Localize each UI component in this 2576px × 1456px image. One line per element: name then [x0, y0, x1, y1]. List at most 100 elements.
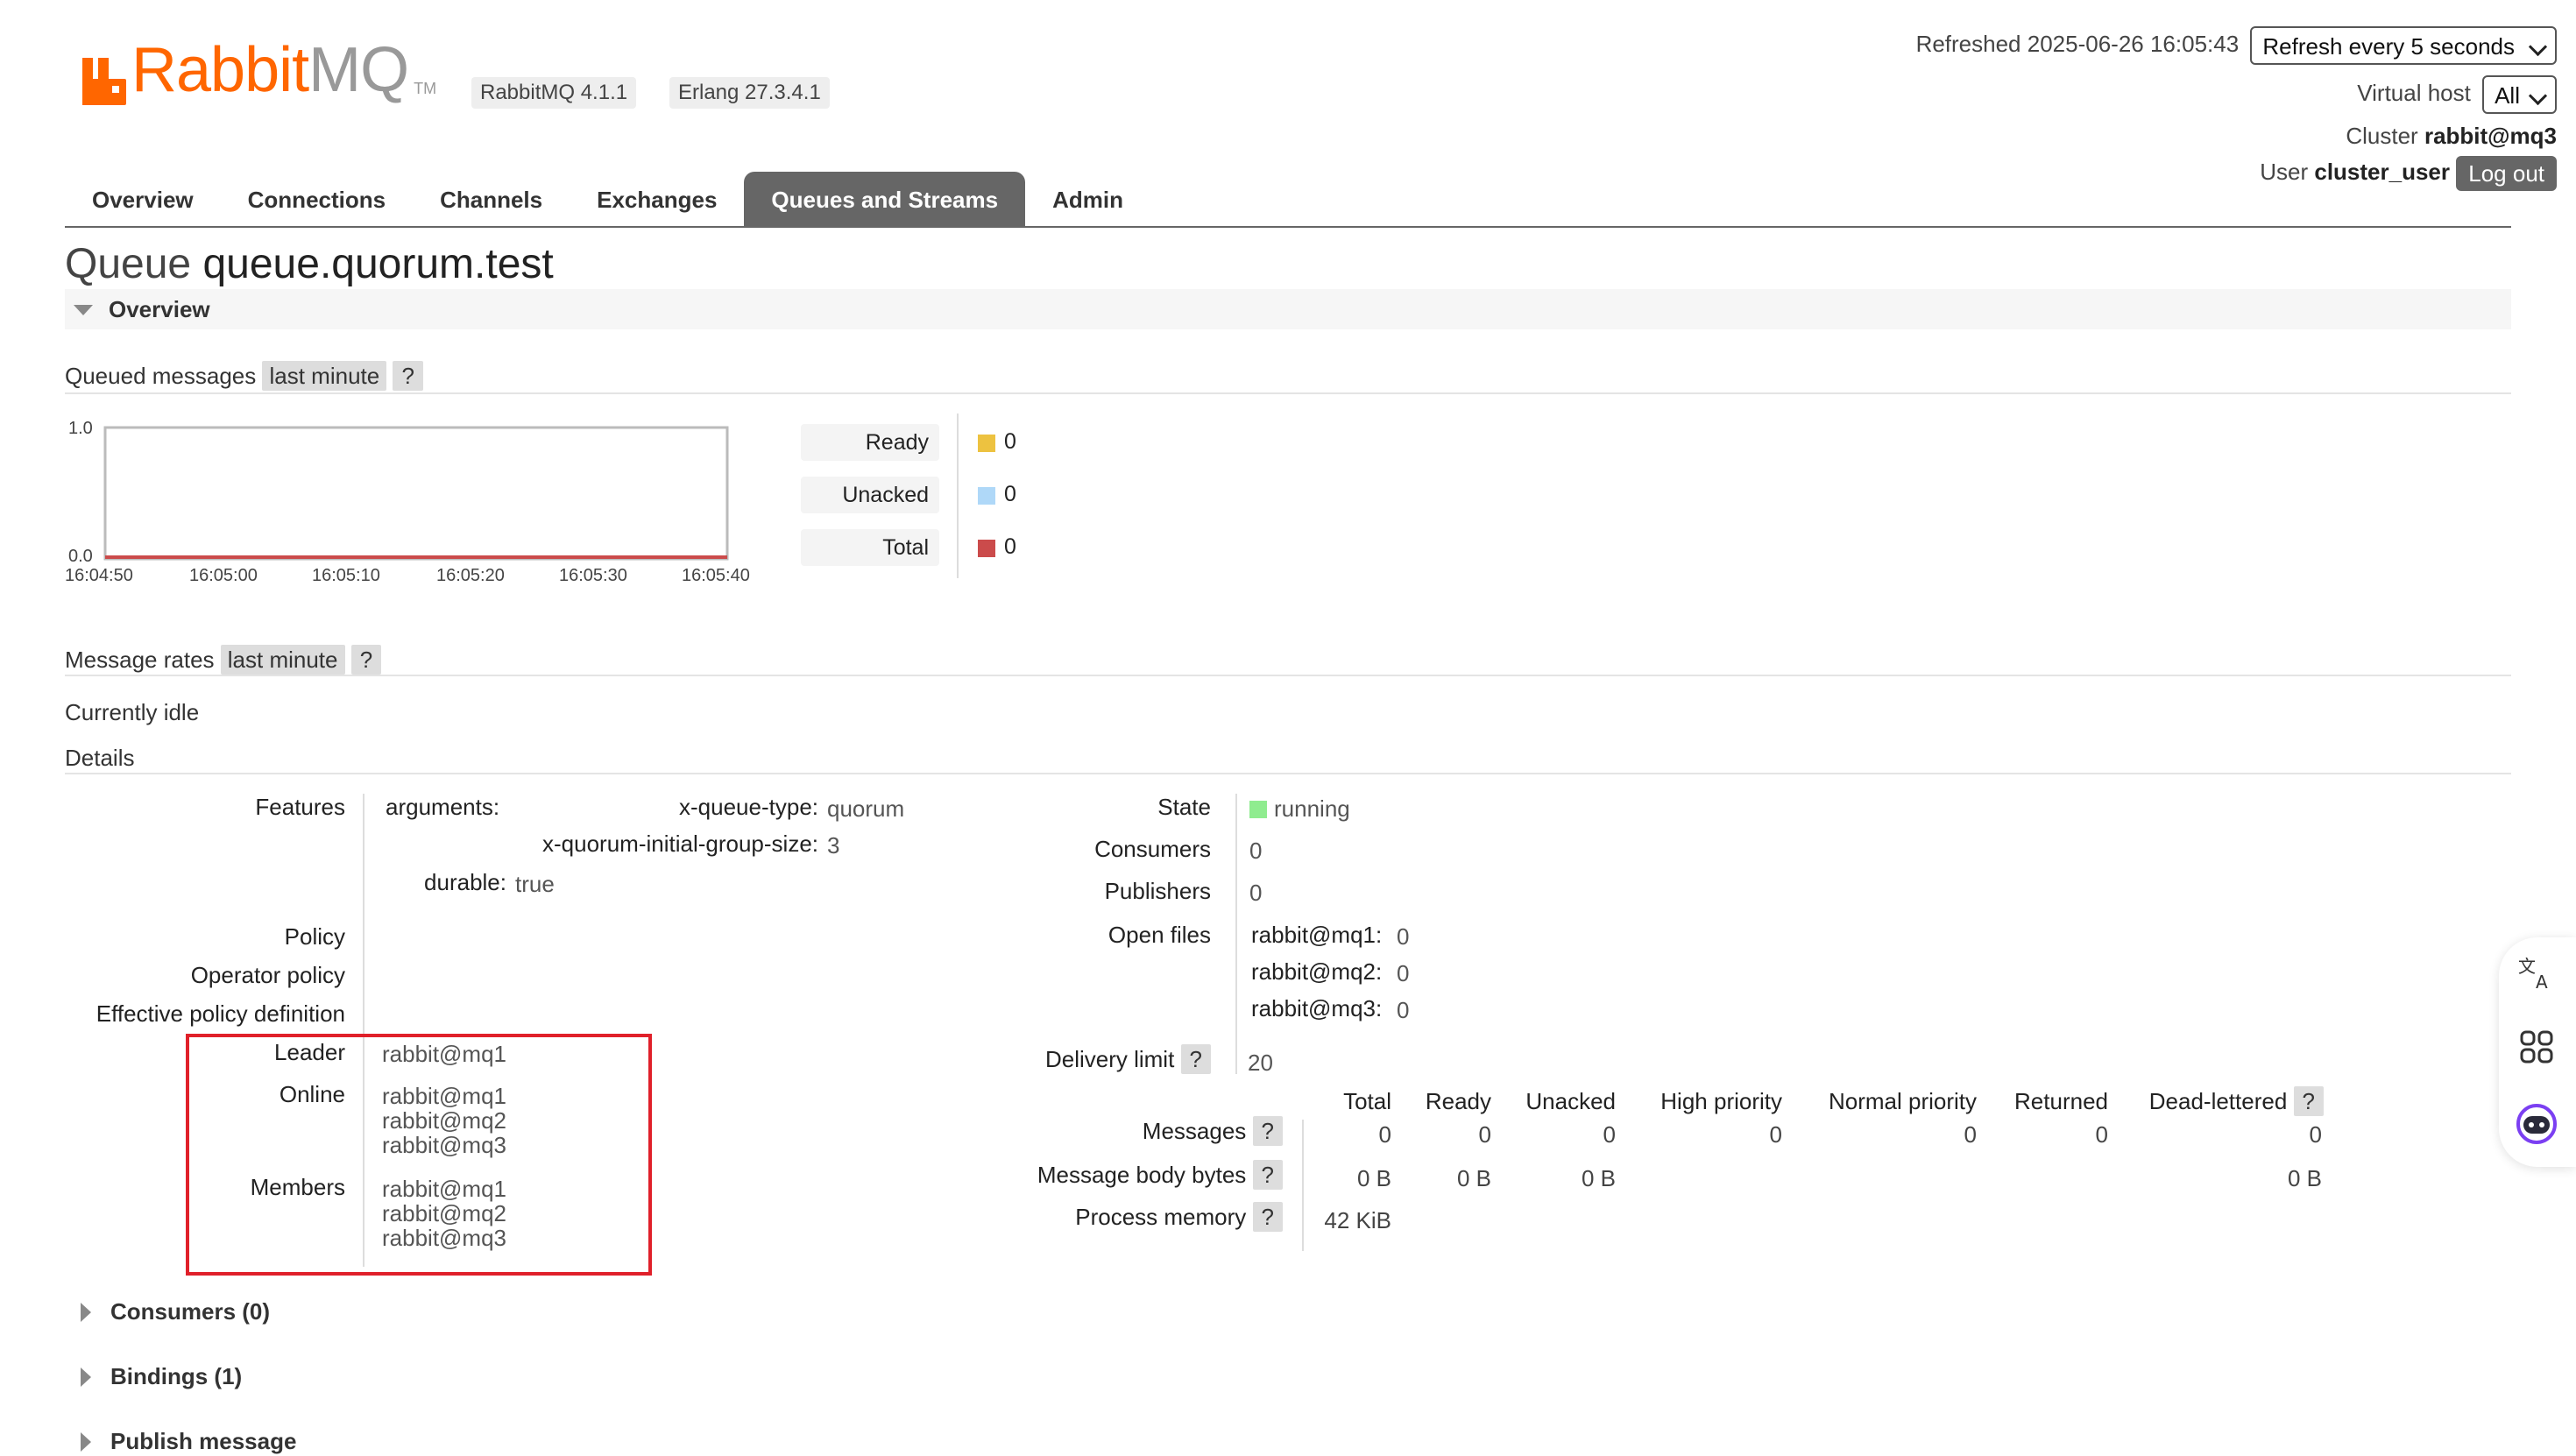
messages-dead-lettered: 0 [2309, 1121, 2322, 1148]
chart-x-tick: 16:05:30 [559, 566, 627, 585]
stats-col-normal-priority: Normal priority [1828, 1088, 1977, 1114]
messages-normal-priority: 0 [1964, 1121, 1977, 1148]
chart-x-tick: 16:05:00 [189, 566, 258, 585]
logout-button[interactable]: Log out [2456, 156, 2557, 191]
legend-unacked-label: Unacked [801, 477, 939, 513]
stats-col-returned: Returned [2014, 1088, 2108, 1114]
legend-total-value: 0 [1004, 534, 1016, 559]
user-value: cluster_user [2314, 158, 2451, 185]
main-nav: Overview Connections Channels Exchanges … [65, 172, 1150, 228]
open-files-node: rabbit@mq3: [1251, 995, 1383, 1021]
open-files-label: Open files [1108, 922, 1211, 948]
body-bytes-help[interactable]: ? [1252, 1160, 1283, 1190]
stats-divider [1302, 1120, 1304, 1251]
rabbitmq-logo-icon [81, 54, 128, 105]
state-value: running [1274, 795, 1350, 822]
legend-divider [957, 413, 959, 578]
queued-messages-label: Queued messages [65, 363, 257, 389]
tab-exchanges[interactable]: Exchanges [570, 172, 744, 228]
virtual-host-select[interactable]: All [2482, 75, 2557, 114]
stats-col-dead-lettered-label: Dead-lettered [2148, 1088, 2288, 1114]
refresh-interval-select[interactable]: Refresh every 5 seconds [2250, 26, 2557, 65]
divider [65, 392, 2511, 394]
delivery-limit-help[interactable]: ? [1180, 1044, 1211, 1074]
consumers-value: 0 [1249, 838, 1263, 864]
refreshed-timestamp: Refreshed 2025-06-26 16:05:43 [1915, 30, 2240, 57]
messages-label: Messages [1142, 1118, 1247, 1144]
legend-total-swatch [978, 540, 995, 557]
bindings-section-toggle[interactable]: Bindings (1) [81, 1363, 242, 1390]
rabbitmq-logo[interactable]: Rabbit MQ TM [81, 35, 436, 105]
stats-col-unacked: Unacked [1525, 1088, 1616, 1114]
body-bytes-row-label: Message body bytes ? [1037, 1160, 1283, 1190]
divider [65, 773, 2511, 774]
operator-policy-label: Operator policy [190, 962, 345, 988]
legend-ready-label: Ready [801, 424, 939, 461]
tab-queues-and-streams[interactable]: Queues and Streams [744, 172, 1026, 228]
messages-row-label: Messages ? [1142, 1116, 1283, 1146]
tab-connections[interactable]: Connections [221, 172, 413, 228]
process-memory-help[interactable]: ? [1252, 1202, 1283, 1232]
logo-text-rabbit: Rabbit [131, 35, 309, 105]
erlang-version-badge: Erlang 27.3.4.1 [669, 77, 830, 109]
messages-unacked: 0 [1603, 1121, 1616, 1148]
open-files-value: 0 [1397, 923, 1410, 950]
legend-ready-swatch [978, 435, 995, 452]
queued-messages-header: Queued messages last minute ? [65, 361, 423, 391]
cluster-value: rabbit@mq3 [2424, 123, 2557, 149]
effective-policy-label: Effective policy definition [96, 1000, 345, 1027]
message-rates-help[interactable]: ? [350, 645, 382, 675]
message-rates-status: Currently idle [65, 699, 200, 725]
open-files-value: 0 [1397, 960, 1410, 986]
chevron-down-icon [2528, 86, 2548, 106]
body-bytes-total: 0 B [1356, 1165, 1391, 1191]
stats-col-ready: Ready [1425, 1088, 1491, 1114]
messages-help[interactable]: ? [1252, 1116, 1283, 1146]
consumers-section-toggle[interactable]: Consumers (0) [81, 1298, 270, 1325]
refresh-row: Refreshed 2025-06-26 16:05:43 Refresh ev… [1916, 26, 2557, 65]
tab-overview[interactable]: Overview [65, 172, 221, 228]
message-rates-header: Message rates last minute ? [65, 645, 382, 675]
expand-arrow-icon [81, 1302, 91, 1322]
collapse-arrow-icon [74, 305, 93, 315]
messages-returned: 0 [2095, 1121, 2108, 1148]
arguments-label: arguments: [386, 794, 500, 820]
refresh-interval-value: Refresh every 5 seconds [2262, 33, 2515, 60]
details-header: Details [65, 745, 135, 771]
chart-x-tick: 16:05:20 [436, 566, 505, 585]
consumers-section-label: Consumers (0) [110, 1298, 271, 1325]
svg-text:文: 文 [2518, 956, 2536, 977]
assistant-icon[interactable] [2515, 1102, 2558, 1146]
queued-messages-help[interactable]: ? [393, 361, 423, 391]
page-title: Queue queue.quorum.test [65, 237, 554, 293]
logo-text-mq: MQ [308, 35, 409, 105]
messages-total: 0 [1378, 1121, 1391, 1148]
dead-lettered-help[interactable]: ? [2293, 1086, 2324, 1116]
process-memory-row-label: Process memory ? [1075, 1202, 1283, 1232]
tab-admin[interactable]: Admin [1025, 172, 1150, 228]
message-rates-range[interactable]: last minute [220, 645, 345, 675]
body-bytes-label: Message body bytes [1037, 1162, 1247, 1188]
durable-key: durable: [424, 869, 506, 895]
queued-messages-chart [103, 426, 729, 561]
legend-unacked-value: 0 [1004, 482, 1016, 506]
apps-grid-icon[interactable] [2515, 1025, 2558, 1069]
publishers-label: Publishers [1104, 878, 1211, 904]
chart-x-tick: 16:05:10 [312, 566, 380, 585]
publish-section-toggle[interactable]: Publish message [81, 1428, 296, 1455]
user-row: User cluster_user Log out [2260, 156, 2557, 191]
tab-channels[interactable]: Channels [413, 172, 570, 228]
translate-icon[interactable]: 文 A [2515, 950, 2558, 993]
message-rates-label: Message rates [65, 647, 215, 673]
body-bytes-ready: 0 B [1456, 1165, 1491, 1191]
virtual-host-value: All [2495, 82, 2520, 109]
legend-ready-value: 0 [1004, 429, 1016, 454]
logo-trademark: TM [414, 80, 437, 97]
open-files-node: rabbit@mq2: [1251, 958, 1383, 985]
consumers-label: Consumers [1094, 836, 1211, 862]
queued-messages-range[interactable]: last minute [262, 361, 387, 391]
overview-section-toggle[interactable]: Overview [65, 289, 2511, 329]
queue-name: queue.quorum.test [202, 241, 554, 287]
open-files-node: rabbit@mq1: [1251, 922, 1383, 948]
arg-queue-type-value: quorum [827, 795, 905, 822]
